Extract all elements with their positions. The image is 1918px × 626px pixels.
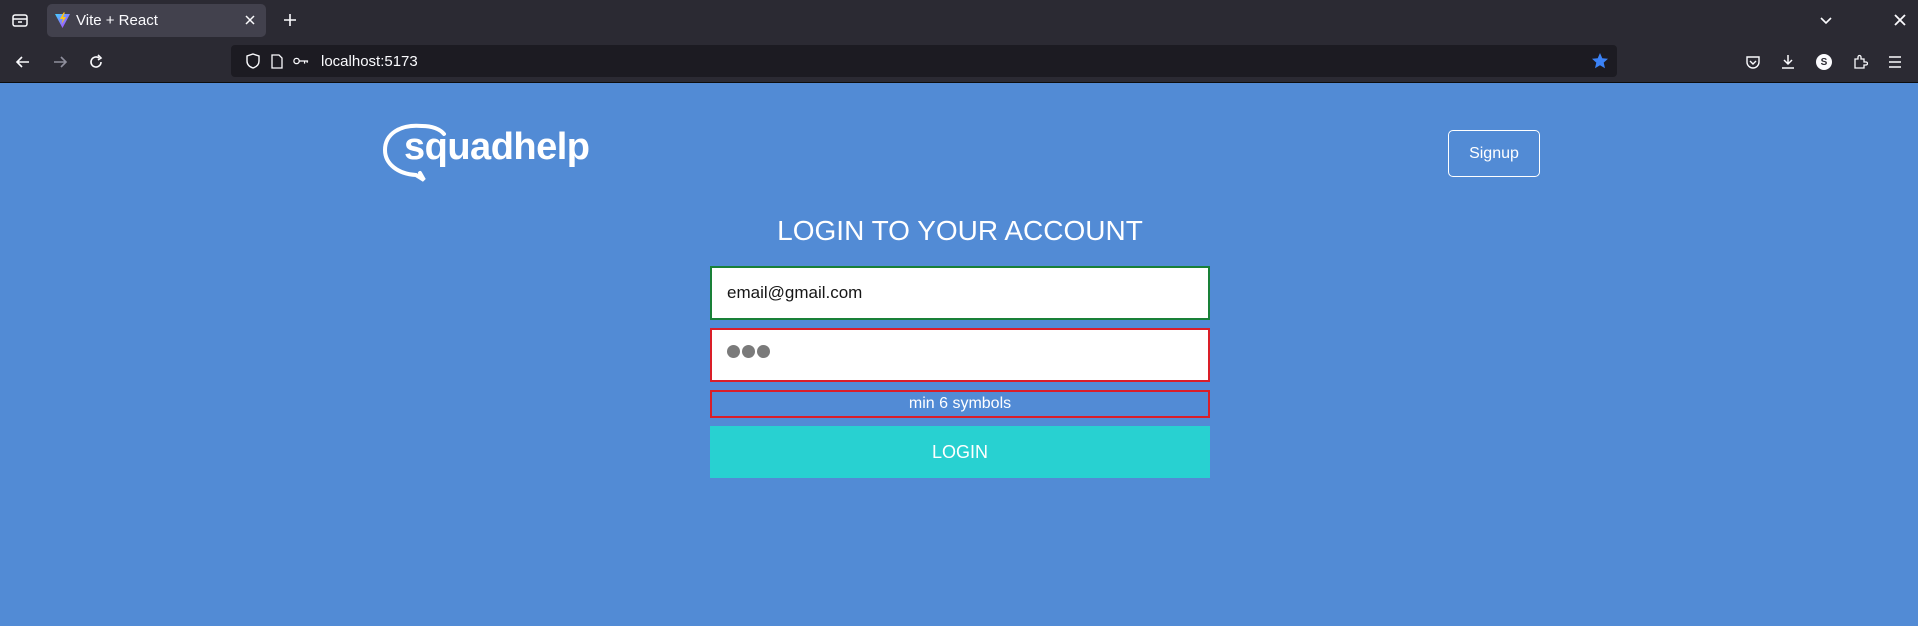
close-icon[interactable] <box>242 12 258 28</box>
login-title: LOGIN TO YOUR ACCOUNT <box>777 215 1143 246</box>
vite-favicon-icon <box>54 12 71 29</box>
login-button[interactable]: LOGIN <box>710 426 1210 478</box>
download-icon[interactable] <box>1777 51 1799 73</box>
reload-icon[interactable] <box>84 50 108 74</box>
password-error-message: min 6 symbols <box>710 390 1210 418</box>
forward-arrow-icon[interactable] <box>48 50 72 74</box>
browser-tab-bar: Vite + React <box>0 0 1918 40</box>
browser-nav-bar: localhost:5173 S <box>0 40 1918 83</box>
signup-button[interactable]: Signup <box>1448 130 1540 177</box>
back-arrow-icon[interactable] <box>11 50 35 74</box>
browser-tab[interactable]: Vite + React <box>47 4 266 37</box>
tab-title: Vite + React <box>76 12 158 29</box>
tab-list-icon[interactable] <box>8 8 32 32</box>
star-icon[interactable] <box>1591 52 1609 70</box>
squadhelp-logo[interactable]: squadhelp <box>382 120 590 186</box>
menu-icon[interactable] <box>1884 51 1906 73</box>
pocket-icon[interactable] <box>1742 51 1764 73</box>
page-icon[interactable] <box>269 53 285 69</box>
plus-icon[interactable] <box>280 10 300 30</box>
url-text[interactable]: localhost:5173 <box>321 53 418 70</box>
avatar[interactable]: S <box>1813 51 1835 73</box>
key-icon[interactable] <box>293 53 309 69</box>
shield-icon[interactable] <box>245 53 261 69</box>
logo-text: squadhelp <box>404 126 590 168</box>
close-icon[interactable] <box>1890 10 1910 30</box>
password-dot <box>727 345 740 358</box>
email-field[interactable] <box>710 266 1210 320</box>
chevron-down-icon[interactable] <box>1816 10 1836 30</box>
login-page: squadhelp Signup LOGIN TO YOUR ACCOUNT m… <box>0 84 1918 626</box>
password-dot <box>757 345 770 358</box>
email-input[interactable] <box>712 268 1208 318</box>
password-mask[interactable] <box>727 345 770 358</box>
password-field[interactable] <box>710 328 1210 382</box>
url-bar[interactable]: localhost:5173 <box>231 45 1617 77</box>
extensions-icon[interactable] <box>1849 51 1871 73</box>
password-dot <box>742 345 755 358</box>
